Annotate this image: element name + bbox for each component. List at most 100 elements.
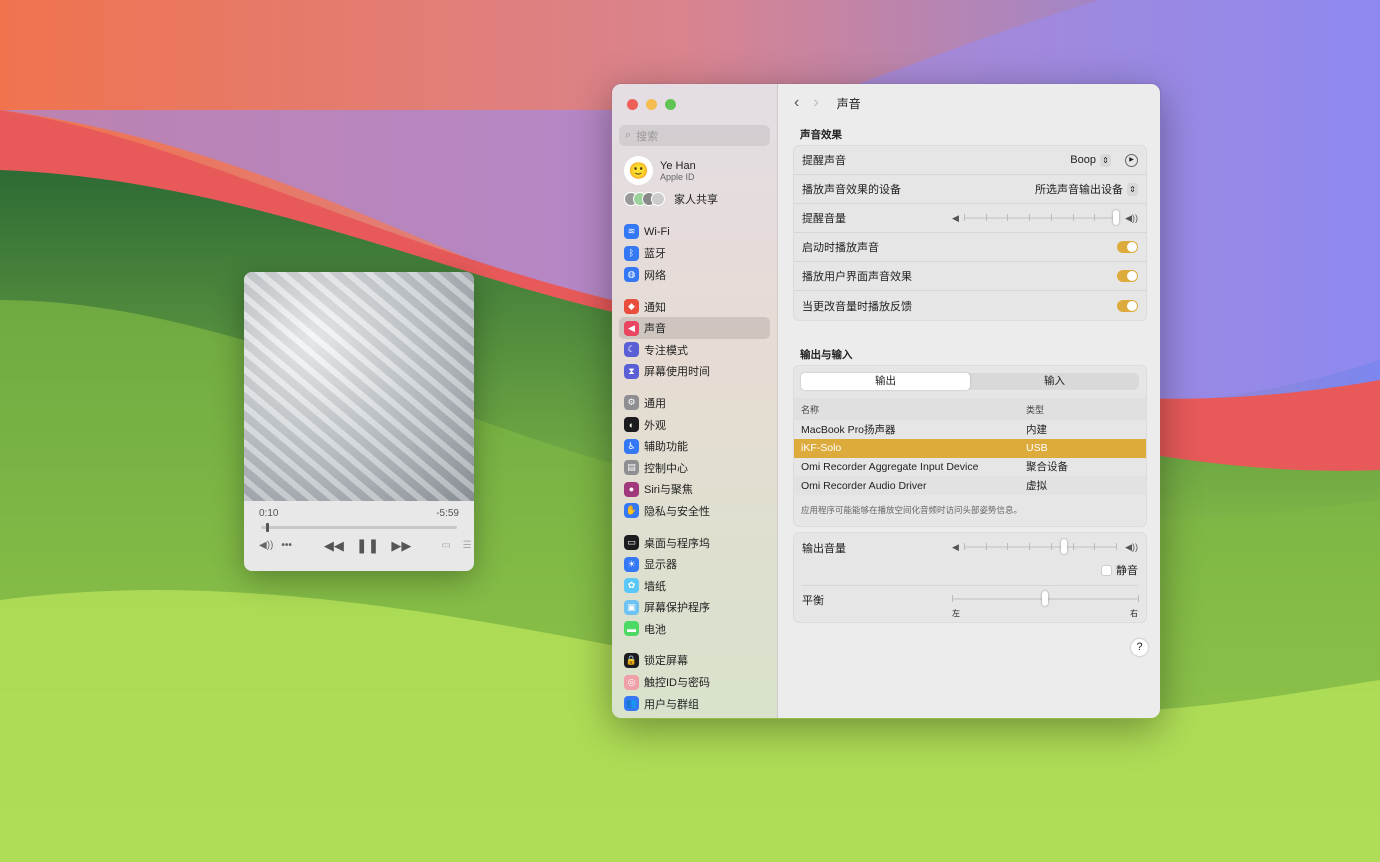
help-button[interactable]: ? (1131, 639, 1148, 656)
fast-forward-button[interactable]: ▶▶ (391, 538, 411, 554)
playback-progress-bar[interactable] (261, 523, 457, 532)
table-row[interactable]: iKF-Solo USB (794, 438, 1146, 458)
system-settings-window: ⌕ 搜索 🙂 Ye Han Apple ID 家人共享 ≋ Wi-Fi ᛒ 蓝牙 ◍ 网络 ◆ 通… (611, 83, 1161, 719)
toggle-label: 启动时播放声音 (802, 242, 879, 254)
slider-tick (1116, 543, 1117, 550)
toggle-label: 播放用户界面声音效果 (802, 271, 912, 283)
sidebar-item-label: 通知 (644, 301, 666, 314)
sidebar-item[interactable]: ◎ 触控ID与密码 (619, 671, 770, 693)
tab-output[interactable]: 输出 (801, 373, 970, 390)
dock-icon: ▭ (624, 535, 639, 551)
device-name: iKF-Solo (794, 438, 1019, 458)
account-subtitle: Apple ID (660, 171, 695, 182)
close-button[interactable] (627, 99, 638, 110)
sidebar-item[interactable]: 🔒 锁定屏幕 (619, 650, 770, 672)
toggle-switch[interactable] (1117, 299, 1138, 312)
sidebar-item[interactable]: ≋ Wi-Fi (619, 221, 770, 243)
slider-tick (1050, 214, 1052, 221)
apple-id-account[interactable]: 🙂 Ye Han Apple ID (624, 156, 696, 185)
slider-thumb[interactable] (1113, 210, 1119, 225)
lyrics-icon[interactable]: ▭ (441, 540, 450, 551)
sidebar-item[interactable]: ◆ 通知 (619, 296, 770, 318)
device-type: 内建 (1026, 423, 1047, 436)
tab-input[interactable]: 输入 (970, 373, 1139, 390)
spatial-audio-note: 应用程序可能能够在播放空间化音频时访问头部姿势信息。 (801, 505, 1023, 516)
sidebar-item[interactable]: ▭ 桌面与程序坞 (619, 532, 770, 554)
device-type: 虚拟 (1019, 476, 1146, 496)
sidebar-item[interactable]: ▬ 电池 (619, 618, 770, 640)
slider-tick (1029, 543, 1031, 550)
zoom-button[interactable] (665, 99, 676, 110)
column-header-type[interactable]: 类型 (1019, 398, 1146, 420)
sidebar-item[interactable]: 👥 用户与群组 (619, 693, 770, 715)
alert-volume-slider[interactable]: ◀ ◀)) (952, 210, 1138, 225)
table-row[interactable]: Omi Recorder Aggregate Input Device 聚合设备 (794, 458, 1146, 477)
siri-icon: ● (624, 481, 639, 497)
device-value: 所选声音输出设备 (1035, 184, 1123, 196)
bluetooth-icon: ᛒ (624, 245, 639, 261)
network-globe-icon: ◍ (624, 267, 639, 283)
sidebar-item[interactable]: ◀ 声音 (619, 317, 770, 339)
more-options-icon[interactable]: ••• (281, 540, 292, 551)
forward-chevron-icon[interactable]: › (813, 94, 818, 112)
slider-thumb[interactable] (1061, 539, 1068, 554)
sidebar-item-label: 墙纸 (644, 580, 666, 593)
sidebar-item-label: 网络 (644, 269, 666, 282)
table-row[interactable]: MacBook Pro扬声器 内建 (794, 420, 1146, 439)
rewind-button[interactable]: ◀◀ (324, 538, 344, 554)
up-down-chevron-icon: ⇕ (1100, 153, 1111, 167)
volume-icon[interactable]: ◀)) (259, 540, 273, 551)
column-header-name[interactable]: 名称 (794, 398, 1019, 420)
slider-tick (985, 214, 987, 221)
mute-checkbox[interactable]: 静音 (802, 556, 1138, 586)
sidebar-item[interactable]: ▤ 控制中心 (619, 457, 770, 479)
balance-slider[interactable] (952, 591, 1139, 606)
sidebar-item[interactable]: ᛒ 蓝牙 (619, 243, 770, 265)
progress-handle[interactable] (266, 523, 270, 532)
sidebar-item[interactable]: ⧗ 屏幕使用时间 (619, 361, 770, 383)
output-volume-slider[interactable]: ◀ ◀)) (952, 539, 1138, 554)
slider-tick (964, 214, 965, 221)
device-type: 聚合设备 (1026, 461, 1068, 474)
gear-icon: ⚙ (624, 395, 639, 411)
hourglass-icon: ⧗ (624, 363, 639, 379)
play-preview-icon[interactable]: ▶ (1125, 153, 1138, 167)
table-row[interactable]: Omi Recorder Audio Driver 虚拟 (794, 476, 1146, 496)
sidebar-item[interactable]: ✿ 墙纸 (619, 575, 770, 597)
sidebar-item-label: 专注模式 (644, 344, 688, 357)
sidebar-item-label: 触控ID与密码 (644, 677, 710, 690)
slider-tick (952, 595, 953, 602)
queue-list-icon[interactable]: ☰ (463, 540, 472, 551)
sidebar-item[interactable]: ● Siri与聚焦 (619, 479, 770, 501)
pause-button[interactable]: ❚❚ (356, 537, 379, 554)
sidebar-item[interactable]: ⚙ 通用 (619, 392, 770, 414)
sidebar: ⌕ 搜索 🙂 Ye Han Apple ID 家人共享 ≋ Wi-Fi ᛒ 蓝牙 ◍ 网络 ◆ 通… (612, 84, 778, 718)
output-input-segmented-control: 输出 输入 (801, 373, 1139, 390)
sidebar-item[interactable]: ♿ 辅助功能 (619, 435, 770, 457)
sidebar-item[interactable]: ▣ 屏幕保护程序 (619, 597, 770, 619)
toggle-switch[interactable] (1117, 241, 1138, 253)
alert-sound-value: Boop (1070, 154, 1096, 166)
slider-tick (1029, 214, 1031, 221)
slider-tick (1007, 214, 1009, 221)
slider-thumb[interactable] (1042, 591, 1048, 606)
mute-checkbox-box[interactable] (1101, 564, 1112, 576)
toggle-switch[interactable] (1117, 270, 1138, 282)
account-name: Ye Han (660, 159, 696, 172)
sidebar-item[interactable]: ✋ 隐私与安全性 (619, 500, 770, 522)
alert-sound-popup[interactable]: Boop ⇕ (1070, 153, 1111, 167)
slider-tick (964, 543, 965, 550)
sidebar-item[interactable]: ◐ 外观 (619, 414, 770, 436)
sidebar-item[interactable]: ☾ 专注模式 (619, 339, 770, 361)
sidebar-item[interactable]: ☀ 显示器 (619, 553, 770, 575)
minimize-button[interactable] (646, 99, 657, 110)
sidebar-item[interactable]: ◍ 网络 (619, 264, 770, 286)
family-sharing[interactable]: 家人共享 (624, 191, 718, 207)
sidebar-item-label: Wi-Fi (644, 225, 670, 238)
screensaver-icon: ▣ (624, 599, 639, 615)
wallpaper-icon: ✿ (624, 578, 639, 594)
mini-music-player: 0:10 -5:59 ◀)) ••• ◀◀ ❚❚ ▶▶ ▭ ☰ (244, 272, 474, 571)
effects-device-popup[interactable]: 所选声音输出设备 ⇕ (1035, 181, 1138, 197)
back-chevron-icon[interactable]: ‹ (794, 94, 799, 112)
search-input[interactable]: ⌕ 搜索 (619, 125, 770, 146)
